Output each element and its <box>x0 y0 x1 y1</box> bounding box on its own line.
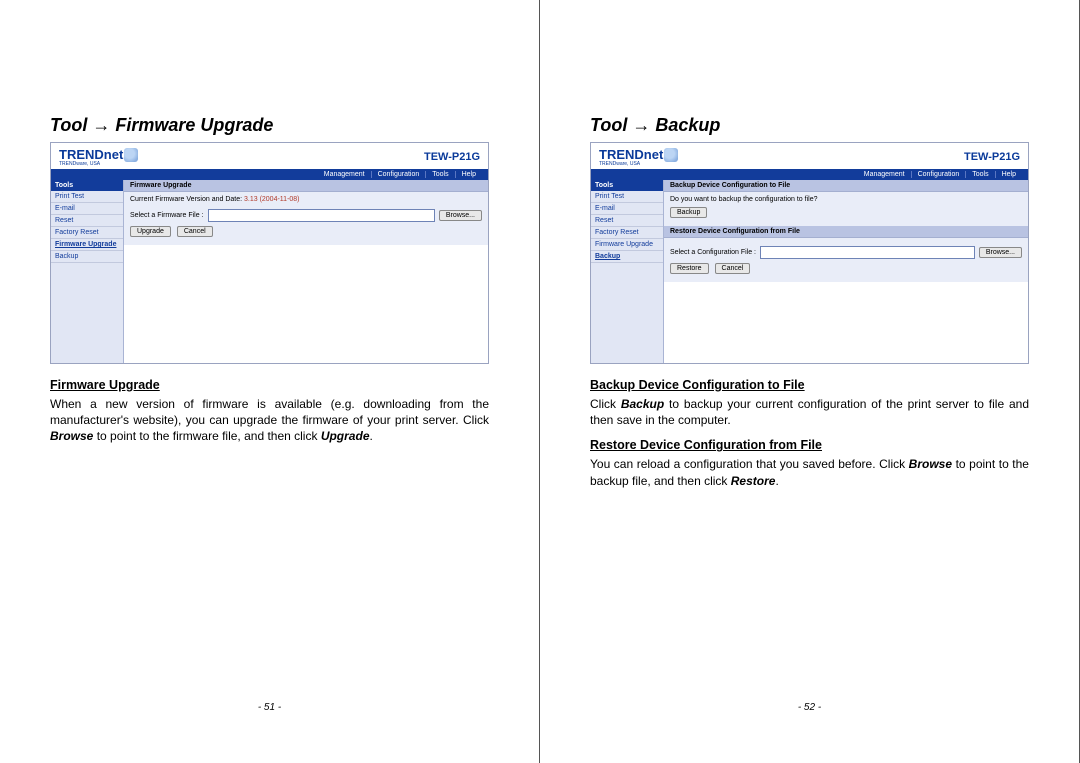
brand-wrap: TRENDnet TRENDware, USA <box>59 147 138 167</box>
firmware-info: Current Firmware Version and Date: 3.13 … <box>130 196 482 203</box>
firmware-screenshot: TRENDnet TRENDware, USA TEW-P21G Managem… <box>50 142 489 364</box>
brand-swirl-icon <box>124 148 138 162</box>
sidebar-item[interactable]: E-mail <box>51 203 123 215</box>
brand-swirl-icon <box>664 148 678 162</box>
file-label: Select a Firmware File : <box>130 212 204 219</box>
ss-body: Tools Print TestE-mailResetFactory Reset… <box>591 180 1028 363</box>
sidebar-item[interactable]: Reset <box>591 215 663 227</box>
fw-label: Current Firmware Version and Date: <box>130 196 242 203</box>
paragraph: When a new version of firmware is availa… <box>50 396 489 445</box>
sidebar-item[interactable]: Firmware Upgrade <box>51 239 123 251</box>
nav-item[interactable]: Configuration <box>911 171 966 178</box>
nav-bar: ManagementConfigurationToolsHelp <box>591 169 1028 180</box>
brand-tagline: TRENDware, USA <box>599 161 678 167</box>
button-row: Backup <box>670 207 1022 218</box>
brand-logo: TRENDnet <box>599 147 678 162</box>
sidebar: Tools Print TestE-mailResetFactory Reset… <box>591 180 664 363</box>
ss-header: TRENDnet TRENDware, USA TEW-P21G <box>591 143 1028 169</box>
brand-logo: TRENDnet <box>59 147 138 162</box>
nav-item[interactable]: Tools <box>425 171 454 178</box>
backup-question: Do you want to backup the configuration … <box>670 196 1022 203</box>
section-title: Tool → Backup <box>590 115 1029 136</box>
cancel-button[interactable]: Cancel <box>177 226 213 237</box>
page-right: Tool → Backup TRENDnet TRENDware, USA TE… <box>540 0 1080 763</box>
nav-bar: ManagementConfigurationToolsHelp <box>51 169 488 180</box>
config-file-input[interactable] <box>760 246 975 259</box>
nav-item[interactable]: Tools <box>965 171 994 178</box>
sidebar-item[interactable]: E-mail <box>591 203 663 215</box>
file-row: Select a Firmware File : Browse... <box>130 209 482 222</box>
paragraph-backup: Click Backup to backup your current conf… <box>590 396 1029 428</box>
content-area: Firmware Upgrade Current Firmware Versio… <box>124 180 488 363</box>
sidebar-item[interactable]: Reset <box>51 215 123 227</box>
brand-text: TRENDnet <box>59 147 123 162</box>
sidebar-header: Tools <box>591 180 663 191</box>
button-row: Restore Cancel <box>670 263 1022 274</box>
backup-button[interactable]: Backup <box>670 207 707 218</box>
subheading: Firmware Upgrade <box>50 378 489 392</box>
ss-header: TRENDnet TRENDware, USA TEW-P21G <box>51 143 488 169</box>
file-label: Select a Configuration File : <box>670 249 756 256</box>
paragraph-restore: You can reload a configuration that you … <box>590 456 1029 488</box>
ss-body: Tools Print TestE-mailResetFactory Reset… <box>51 180 488 363</box>
firmware-file-input[interactable] <box>208 209 435 222</box>
section-title: Tool → Firmware Upgrade <box>50 115 489 136</box>
sidebar-item[interactable]: Backup <box>51 251 123 263</box>
page-left: Tool → Firmware Upgrade TRENDnet TRENDwa… <box>0 0 540 763</box>
subheading-restore: Restore Device Configuration from File <box>590 438 1029 452</box>
restore-button[interactable]: Restore <box>670 263 709 274</box>
browse-button[interactable]: Browse... <box>979 247 1022 258</box>
fw-value: 3.13 (2004-11-08) <box>244 196 300 203</box>
nav-item[interactable]: Configuration <box>371 171 426 178</box>
upgrade-button[interactable]: Upgrade <box>130 226 171 237</box>
model-label: TEW-P21G <box>424 151 480 163</box>
sidebar-item[interactable]: Factory Reset <box>51 227 123 239</box>
content-area: Backup Device Configuration to File Do y… <box>664 180 1028 363</box>
panel1-header: Backup Device Configuration to File <box>664 180 1028 192</box>
brand-text: TRENDnet <box>599 147 663 162</box>
model-label: TEW-P21G <box>964 151 1020 163</box>
sidebar-item[interactable]: Factory Reset <box>591 227 663 239</box>
panel1-body: Do you want to backup the configuration … <box>664 192 1028 226</box>
sidebar-item[interactable]: Print Test <box>591 191 663 203</box>
brand-wrap: TRENDnet TRENDware, USA <box>599 147 678 167</box>
nav-item[interactable]: Management <box>858 171 911 178</box>
brand-tagline: TRENDware, USA <box>59 161 138 167</box>
cancel-button[interactable]: Cancel <box>715 263 751 274</box>
backup-screenshot: TRENDnet TRENDware, USA TEW-P21G Managem… <box>590 142 1029 364</box>
nav-item[interactable]: Help <box>995 171 1022 178</box>
sidebar-header: Tools <box>51 180 123 191</box>
page-number: - 52 - <box>540 702 1079 713</box>
panel-header: Firmware Upgrade <box>124 180 488 192</box>
sidebar: Tools Print TestE-mailResetFactory Reset… <box>51 180 124 363</box>
browse-button[interactable]: Browse... <box>439 210 482 221</box>
nav-item[interactable]: Management <box>318 171 371 178</box>
sidebar-item[interactable]: Print Test <box>51 191 123 203</box>
subheading-backup: Backup Device Configuration to File <box>590 378 1029 392</box>
panel-body: Current Firmware Version and Date: 3.13 … <box>124 192 488 245</box>
panel2-header: Restore Device Configuration from File <box>664 226 1028 238</box>
page-number: - 51 - <box>0 702 539 713</box>
button-row: Upgrade Cancel <box>130 226 482 237</box>
sidebar-item[interactable]: Firmware Upgrade <box>591 239 663 251</box>
sidebar-item[interactable]: Backup <box>591 251 663 263</box>
panel2-body: Select a Configuration File : Browse... … <box>664 238 1028 282</box>
file-row: Select a Configuration File : Browse... <box>670 246 1022 259</box>
nav-item[interactable]: Help <box>455 171 482 178</box>
